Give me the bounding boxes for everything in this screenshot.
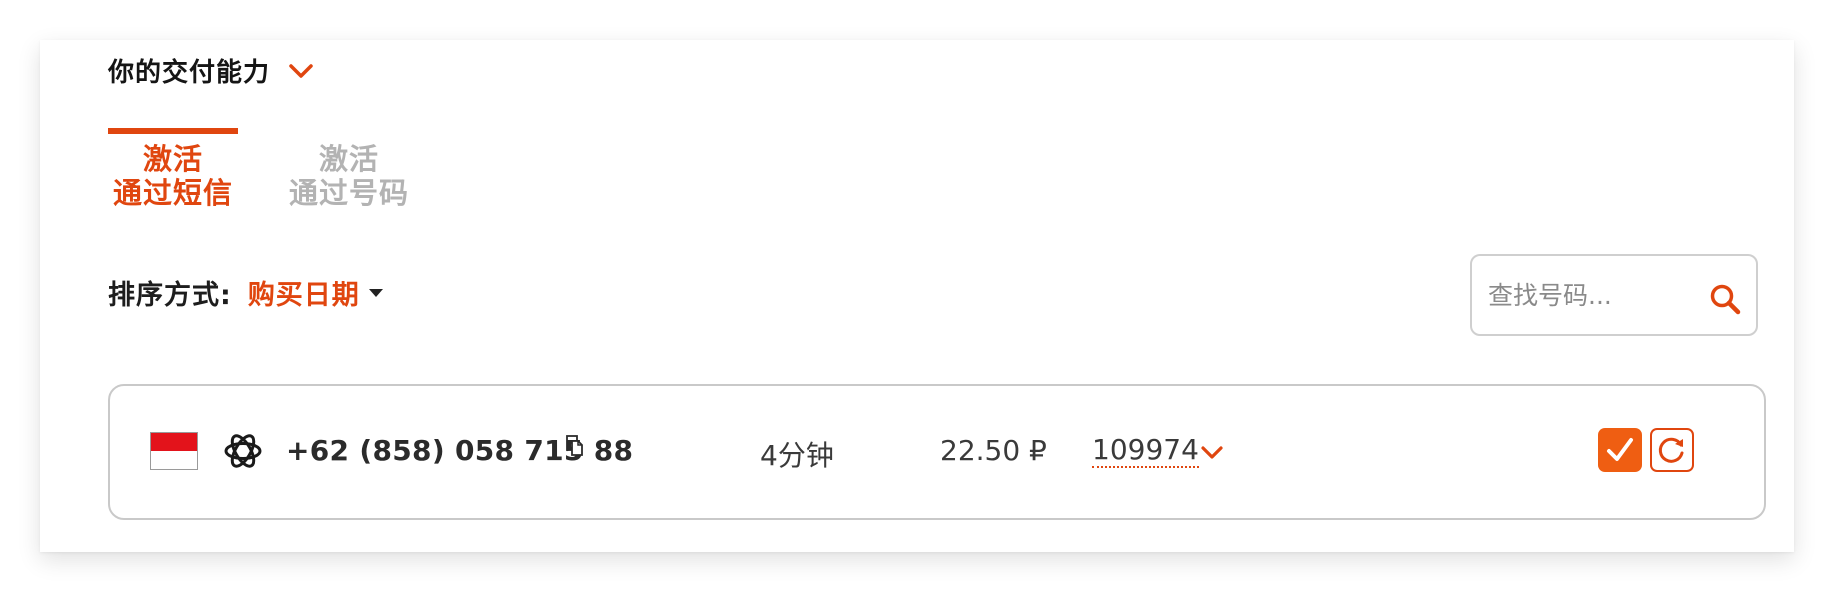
sort-dropdown[interactable]: 购买日期 xyxy=(248,273,360,312)
caret-down-icon[interactable] xyxy=(368,288,384,298)
indonesia-flag-icon xyxy=(150,432,198,470)
activation-tabs: 激活 通过短信 激活 通过号码 xyxy=(108,128,414,210)
tab-label-line2: 通过号码 xyxy=(288,176,409,210)
refresh-button[interactable] xyxy=(1650,428,1694,472)
sort-label: 排序方式: xyxy=(108,280,232,311)
tab-activate-via-sms[interactable]: 激活 通过短信 xyxy=(108,128,238,210)
sort-control: 排序方式: 购买日期 xyxy=(108,273,384,312)
tab-label-line2: 通过短信 xyxy=(112,176,233,210)
copy-icon[interactable] xyxy=(566,435,584,457)
search-box xyxy=(1470,254,1758,336)
tab-label-line1: 激活 xyxy=(142,142,203,176)
refresh-icon xyxy=(1658,437,1684,463)
sms-code[interactable]: 109974 xyxy=(1092,434,1199,468)
search-icon[interactable] xyxy=(1708,282,1742,316)
openai-icon xyxy=(224,434,262,468)
delivery-panel: 你的交付能力 激活 通过短信 激活 通过号码 排序方式: 购买日期 查找号码..… xyxy=(40,40,1794,552)
tab-label-line1: 激活 xyxy=(318,142,379,176)
price-text: 22.50 ₽ xyxy=(940,434,1047,467)
order-row: +62 (858) 058 715 88 4分钟 22.50 ₽ 109974 xyxy=(108,384,1766,520)
checkmark-icon xyxy=(1607,438,1633,461)
confirm-button[interactable] xyxy=(1598,428,1642,472)
section-header[interactable]: 你的交付能力 xyxy=(108,52,314,89)
chevron-down-icon[interactable] xyxy=(288,62,314,80)
duration-text: 4分钟 xyxy=(760,439,834,472)
tab-activate-via-number[interactable]: 激活 通过号码 xyxy=(284,128,414,210)
section-title: 你的交付能力 xyxy=(108,58,271,88)
chevron-down-icon[interactable] xyxy=(1200,445,1224,461)
search-input[interactable] xyxy=(1488,280,1698,310)
